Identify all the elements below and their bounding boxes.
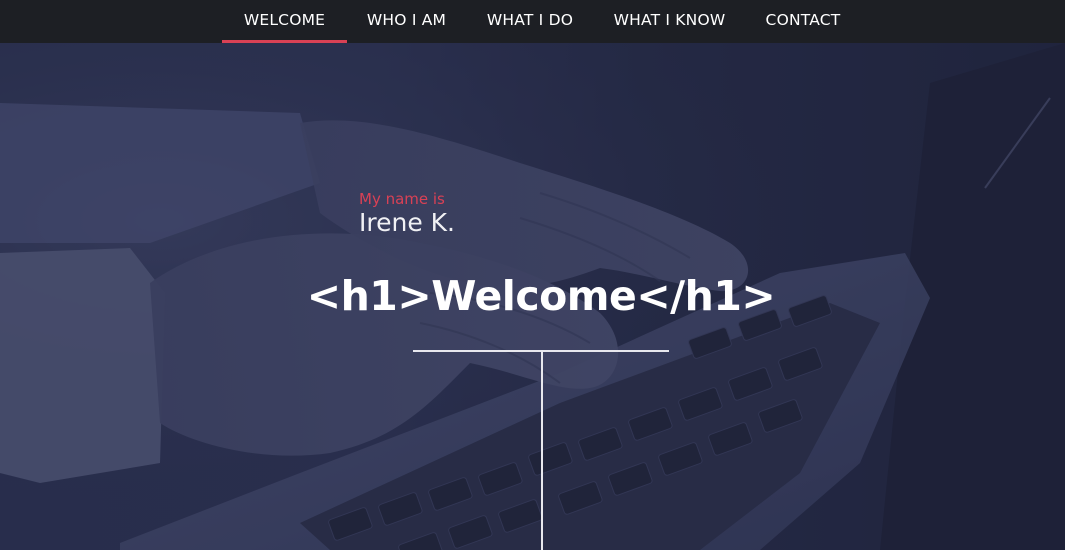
page-title: <h1>Welcome</h1> xyxy=(306,272,776,320)
nav-item-contact[interactable]: CONTACT xyxy=(763,0,843,43)
nav-item-who-i-am[interactable]: WHO I AM xyxy=(363,0,450,43)
intro-name: Irene K. xyxy=(359,208,455,237)
page: WELCOME WHO I AM WHAT I DO WHAT I KNOW C… xyxy=(0,0,1065,550)
nav-item-welcome[interactable]: WELCOME xyxy=(222,0,347,43)
nav-item-what-i-do[interactable]: WHAT I DO xyxy=(484,0,576,43)
top-navigation: WELCOME WHO I AM WHAT I DO WHAT I KNOW C… xyxy=(0,0,1065,43)
intro-label: My name is xyxy=(359,190,445,208)
nav-item-what-i-know[interactable]: WHAT I KNOW xyxy=(611,0,728,43)
hero-divider-vertical xyxy=(541,350,543,550)
